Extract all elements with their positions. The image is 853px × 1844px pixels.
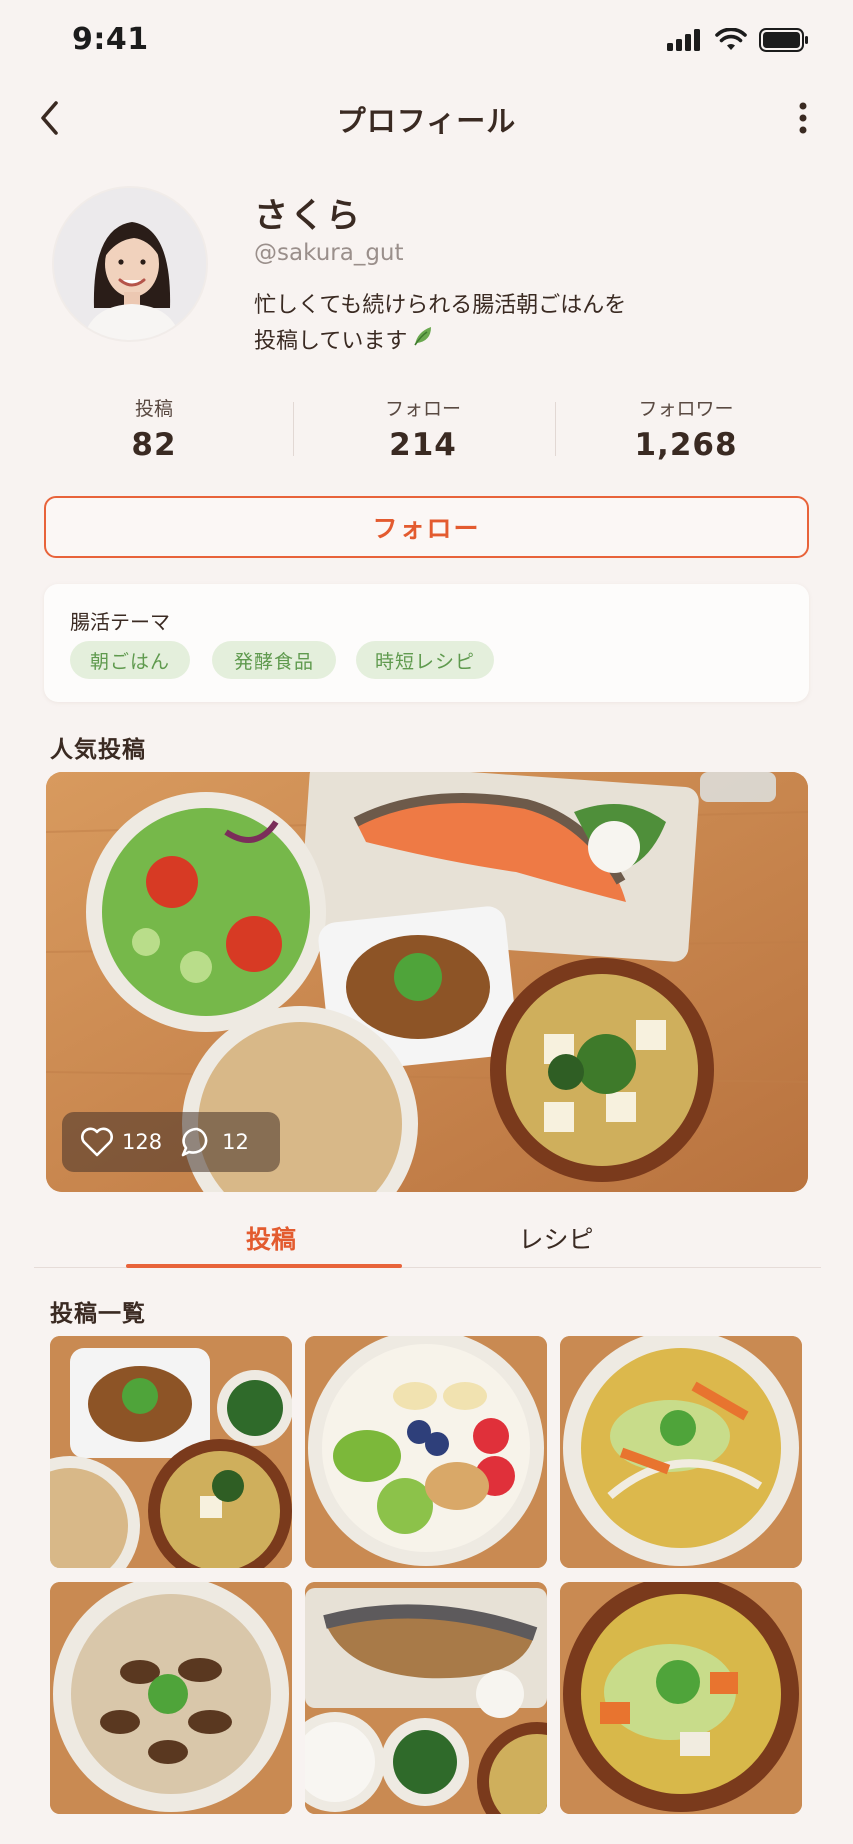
tag-fermented[interactable]: 発酵食品 [212, 641, 336, 679]
stat-value: 1,268 [634, 427, 738, 463]
profile-handle: @sakura_gut [254, 240, 404, 266]
stat-posts[interactable]: 投稿 82 [44, 394, 264, 463]
heart-icon[interactable] [80, 1127, 114, 1157]
bio-line-2: 投稿しています [254, 329, 408, 354]
wifi-icon [715, 28, 747, 50]
stat-label: 投稿 [134, 398, 173, 420]
theme-title: 腸活テーマ [70, 610, 170, 634]
battery-icon [759, 28, 808, 52]
tab-recipes[interactable]: レシピ [416, 1220, 696, 1256]
post-thumbnail[interactable] [305, 1336, 547, 1568]
comment-icon[interactable] [180, 1126, 214, 1158]
bio-line-2-wrap: 投稿しています [254, 324, 674, 360]
post-thumbnail[interactable] [50, 1582, 292, 1814]
popular-post-stats: 128 12 [62, 1112, 280, 1172]
signal-icon [667, 29, 700, 51]
more-vertical-icon [799, 102, 807, 134]
post-thumbnail[interactable] [560, 1582, 802, 1814]
profile-bio: 忙しくても続けられる腸活朝ごはんを 投稿しています [254, 288, 674, 360]
divider [555, 402, 556, 456]
tab-posts[interactable]: 投稿 [131, 1220, 411, 1256]
status-icons [667, 28, 809, 52]
post-thumbnail[interactable] [50, 1336, 292, 1568]
leaf-icon [411, 324, 435, 360]
posts-heading: 投稿一覧 [50, 1301, 146, 1327]
post-thumbnail[interactable] [560, 1336, 802, 1568]
tag-quick-recipe[interactable]: 時短レシピ [356, 641, 494, 679]
bio-line-1: 忙しくても続けられる腸活朝ごはんを [254, 293, 627, 318]
page-title: プロフィール [336, 104, 517, 138]
likes-count: 128 [122, 1130, 163, 1154]
post-thumbnail[interactable] [305, 1582, 547, 1814]
tag-breakfast[interactable]: 朝ごはん [70, 641, 190, 679]
stat-following[interactable]: フォロー 214 [313, 394, 533, 463]
stat-followers[interactable]: フォロワー 1,268 [576, 394, 796, 463]
stat-value: 82 [131, 427, 177, 463]
follow-button[interactable]: フォロー [44, 496, 809, 558]
stat-value: 214 [389, 427, 457, 463]
active-tab-indicator [126, 1264, 402, 1268]
stat-label: フォロー [384, 398, 461, 420]
profile-name: さくら [254, 196, 362, 236]
comments-count: 12 [222, 1130, 249, 1154]
more-button[interactable] [783, 96, 823, 140]
divider [293, 402, 294, 456]
stat-label: フォロワー [638, 398, 734, 420]
avatar[interactable] [52, 186, 208, 342]
status-time: 9:41 [72, 22, 149, 57]
popular-heading: 人気投稿 [50, 737, 146, 763]
